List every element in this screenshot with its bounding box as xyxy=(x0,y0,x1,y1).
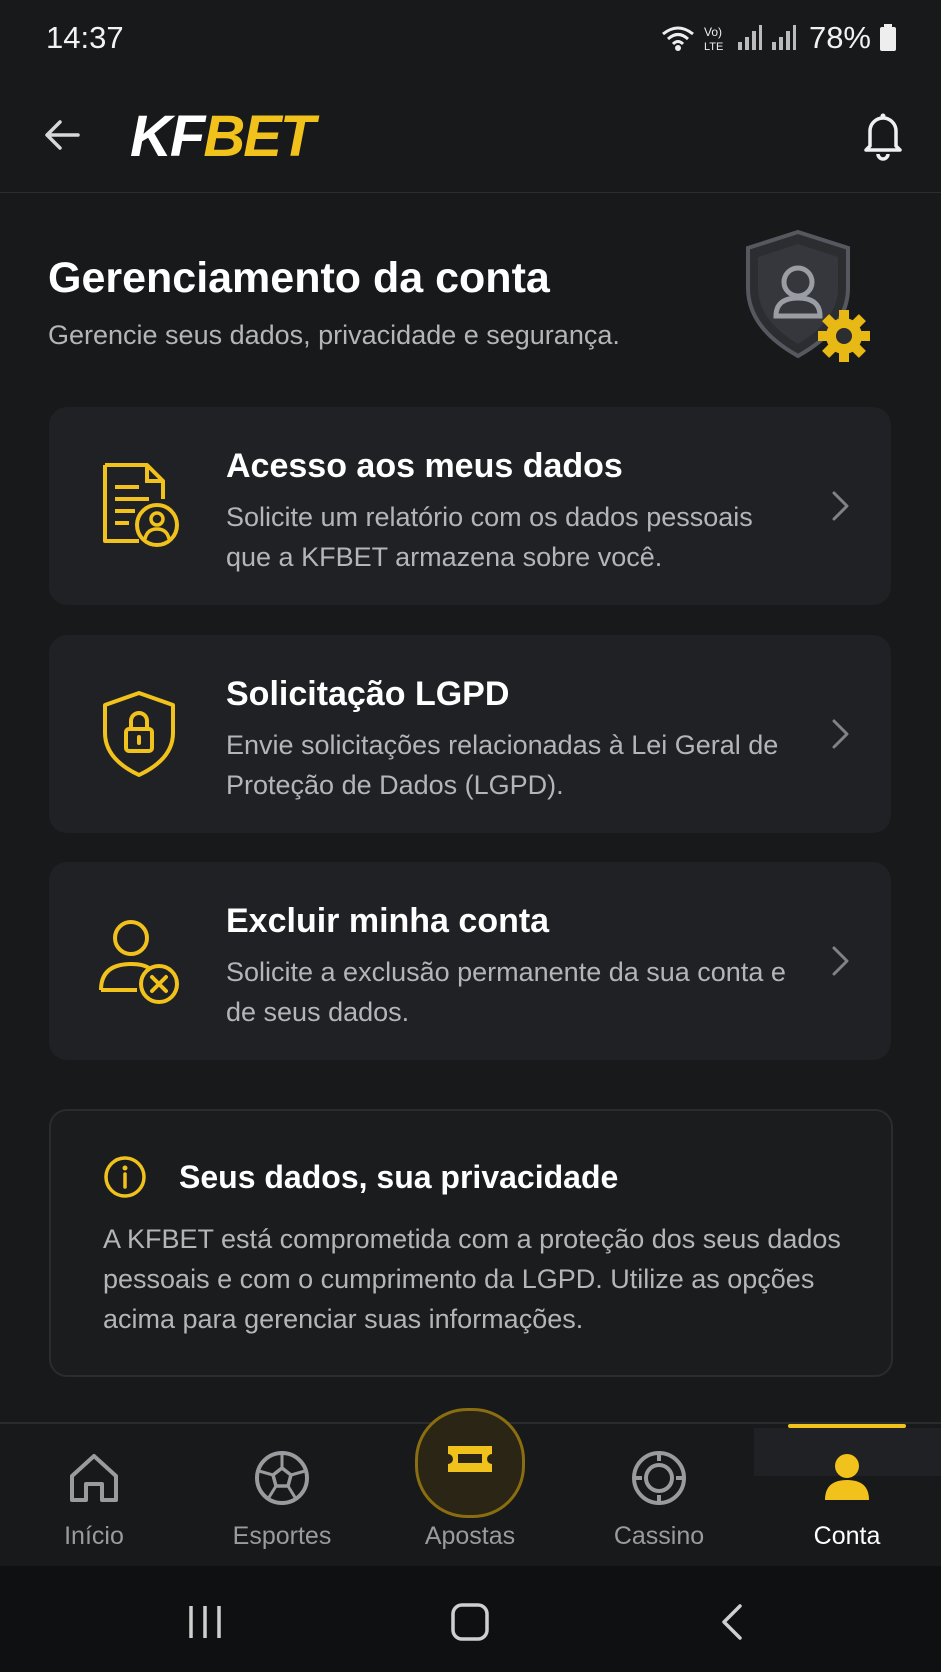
casino-chip-icon xyxy=(632,1451,686,1505)
status-bar: 14:37 Vo) LTE 78% xyxy=(0,0,941,80)
card-excluir-conta[interactable]: Excluir minha conta Solicite a exclusão … xyxy=(49,862,891,1060)
nav-label: Cassino xyxy=(613,1522,705,1550)
back-button[interactable] xyxy=(38,110,88,160)
nav-item-apostas[interactable]: Apostas xyxy=(376,1408,564,1568)
svg-text:LTE: LTE xyxy=(704,41,723,53)
nav-item-inicio[interactable]: Início xyxy=(0,1424,188,1568)
user-remove-icon xyxy=(99,920,179,1004)
card-title: Solicitação LGPD xyxy=(226,675,510,713)
card-description: Envie solicitações relacionadas à Lei Ge… xyxy=(226,730,779,800)
kfbet-logo[interactable]: KF BET xyxy=(130,103,315,169)
document-user-icon xyxy=(103,463,179,547)
logo-kf: KF xyxy=(130,103,205,169)
shield-user-gear-icon xyxy=(746,229,870,362)
privacy-info-box: Seus dados, sua privacidade A KFBET está… xyxy=(49,1109,893,1377)
card-title: Acesso aos meus dados xyxy=(226,447,623,485)
recent-apps-button[interactable] xyxy=(183,1600,227,1644)
signal-icon-2 xyxy=(771,25,796,50)
bell-icon[interactable] xyxy=(853,104,913,164)
chevron-right-icon xyxy=(832,946,849,976)
home-button[interactable] xyxy=(448,1600,492,1644)
page-title: Gerenciamento da conta xyxy=(48,254,550,302)
chevron-right-icon xyxy=(832,719,849,749)
info-title: Seus dados, sua privacidade xyxy=(179,1159,619,1195)
status-time: 14:37 xyxy=(46,20,124,55)
status-indicators: Vo) LTE 78% xyxy=(661,20,897,56)
signal-icon xyxy=(737,25,762,50)
logo-bet: BET xyxy=(203,103,315,169)
info-text: A KFBET está comprometida com a proteção… xyxy=(103,1224,841,1334)
svg-text:Vo): Vo) xyxy=(704,25,722,39)
user-icon xyxy=(825,1454,869,1500)
nav-item-conta[interactable]: Conta xyxy=(753,1424,941,1568)
shield-lock-icon xyxy=(103,691,175,777)
card-description: Solicite a exclusão permanente da sua co… xyxy=(226,957,786,1027)
ticket-icon xyxy=(448,1446,492,1472)
soccer-ball-icon xyxy=(255,1451,309,1505)
page-subtitle: Gerencie seus dados, privacidade e segur… xyxy=(48,320,620,350)
battery-icon xyxy=(880,24,896,51)
nav-item-esportes[interactable]: Esportes xyxy=(188,1424,376,1568)
card-acesso-dados[interactable]: Acesso aos meus dados Solicite um relató… xyxy=(49,407,891,605)
nav-label: Conta xyxy=(813,1522,881,1550)
card-title: Excluir minha conta xyxy=(226,902,550,940)
system-nav-bar xyxy=(0,1566,941,1672)
wifi-icon xyxy=(662,26,694,51)
nav-label: Início xyxy=(64,1522,124,1550)
card-solicitacao-lgpd[interactable]: Solicitação LGPD Envie solicitações rela… xyxy=(49,635,891,833)
back-nav-button[interactable] xyxy=(712,1600,756,1644)
chevron-right-icon xyxy=(832,491,849,521)
nav-item-cassino[interactable]: Cassino xyxy=(565,1424,753,1568)
app-header: KF BET xyxy=(0,80,941,193)
card-description: Solicite um relatório com os dados pesso… xyxy=(226,502,753,572)
bottom-nav: Início Esportes Apostas Cassino Conta xyxy=(0,1408,941,1568)
nav-label: Apostas xyxy=(424,1522,516,1550)
volte-icon: Vo) LTE xyxy=(704,25,723,53)
home-icon xyxy=(70,1454,118,1502)
battery-percent: 78% xyxy=(808,20,871,55)
nav-label: Esportes xyxy=(232,1522,332,1550)
info-icon xyxy=(104,1156,146,1198)
